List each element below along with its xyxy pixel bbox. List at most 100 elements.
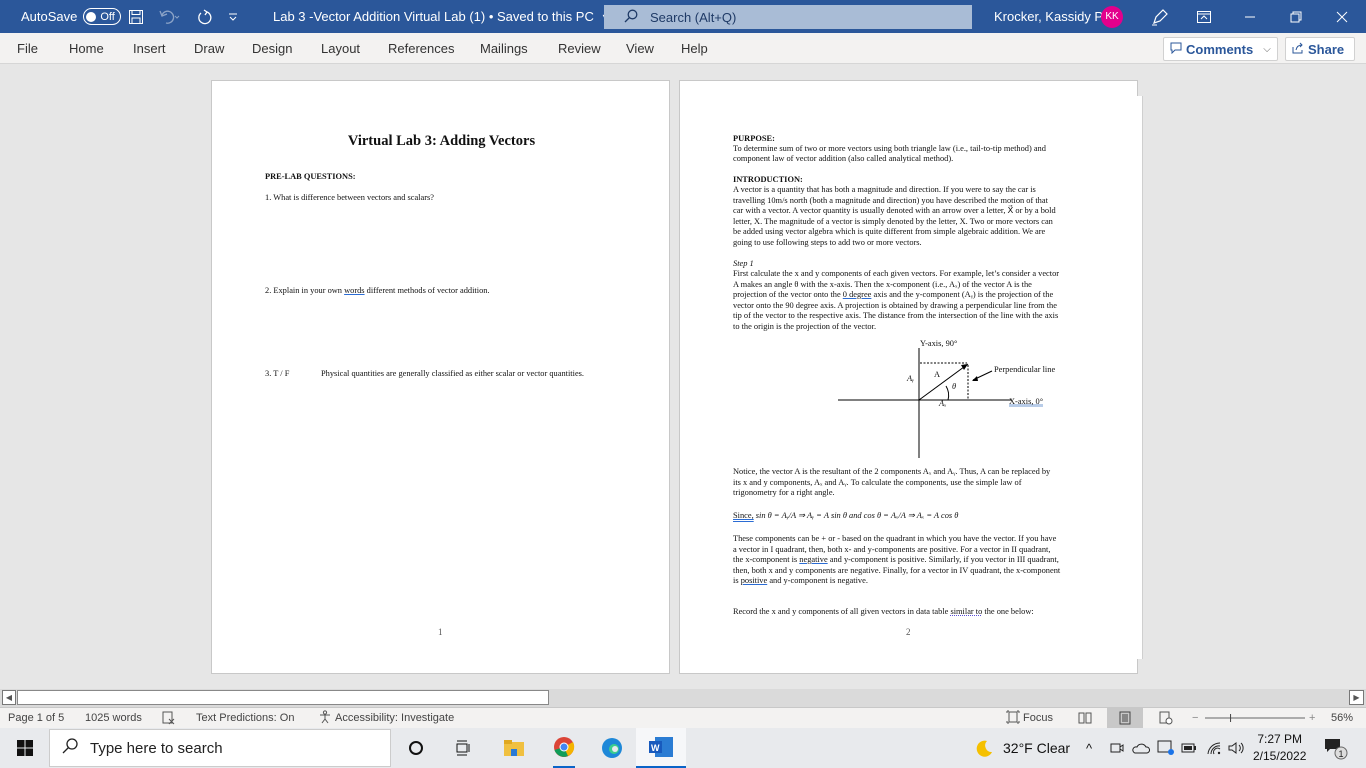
task-view-icon[interactable] <box>455 728 471 768</box>
accessibility-status[interactable]: Accessibility: Investigate <box>318 708 454 728</box>
document-page-1[interactable]: Virtual Lab 3: Adding Vectors PRE-LAB QU… <box>211 80 670 674</box>
weather-text[interactable]: 32°F Clear <box>1003 728 1070 768</box>
ribbon-display-icon[interactable] <box>1197 0 1211 33</box>
scroll-right-button[interactable]: ▶ <box>1349 690 1364 705</box>
tab-help[interactable]: Help <box>681 33 708 64</box>
purpose-heading: PURPOSE: <box>733 134 775 143</box>
vector-a-line <box>918 363 969 401</box>
step-line: First calculate the x and y components o… <box>733 269 1060 278</box>
word-taskbar-icon[interactable]: W <box>636 728 686 768</box>
file-explorer-icon[interactable] <box>504 728 524 768</box>
tab-references[interactable]: References <box>388 33 454 64</box>
editor-flag[interactable]: similar to <box>950 607 982 616</box>
text-predictions[interactable]: Text Predictions: On <box>196 708 294 728</box>
pen-icon[interactable] <box>1151 0 1169 33</box>
read-mode-icon[interactable] <box>1078 708 1092 728</box>
tab-mailings[interactable]: Mailings <box>480 33 528 64</box>
web-layout-icon[interactable] <box>1159 708 1173 728</box>
show-hidden-icons[interactable]: ^ <box>1086 728 1092 768</box>
search-icon <box>62 738 78 758</box>
autosave-state: Off <box>100 10 115 23</box>
grammar-flag[interactable]: positive <box>741 576 768 585</box>
tab-insert[interactable]: Insert <box>133 33 166 64</box>
scrollbar-thumb[interactable] <box>17 690 549 705</box>
zoom-level[interactable]: 56% <box>1331 708 1353 728</box>
user-name[interactable]: Krocker, Kassidy P <box>994 0 1103 33</box>
question-2: 2. Explain in your own words different m… <box>265 286 490 295</box>
page-number: 2 <box>906 627 911 637</box>
print-layout-icon[interactable] <box>1107 708 1143 728</box>
tab-design[interactable]: Design <box>252 33 292 64</box>
save-icon[interactable] <box>128 0 144 33</box>
ax-label: Aₓ <box>939 399 947 408</box>
meet-now-icon[interactable] <box>1110 728 1124 768</box>
grammar-flag[interactable]: Since, <box>733 511 754 520</box>
onedrive-icon[interactable] <box>1132 728 1150 768</box>
weather-moon-icon[interactable] <box>975 728 993 768</box>
tab-draw[interactable]: Draw <box>194 33 224 64</box>
volume-icon[interactable] <box>1228 728 1246 768</box>
share-icon <box>1292 42 1304 57</box>
quadrant-line: These components can be + or - based on … <box>733 534 1057 543</box>
purpose-line: component law of vector addition (also c… <box>733 154 954 163</box>
clock[interactable]: 7:27 PM 2/15/2022 <box>1253 728 1306 768</box>
close-icon[interactable] <box>1336 0 1348 33</box>
notice-line: its x and y components, Aₓ and Aᵧ. To ca… <box>733 478 1022 487</box>
grammar-flag[interactable]: negative <box>799 555 827 564</box>
grammar-flag[interactable]: 0 degree <box>843 290 872 299</box>
redo-icon[interactable] <box>196 0 214 33</box>
focus-button[interactable]: Focus <box>1006 708 1053 728</box>
next-page-edge <box>1137 96 1143 659</box>
tab-home[interactable]: Home <box>69 33 104 64</box>
zoom-out-button[interactable]: − <box>1192 708 1198 728</box>
page-count[interactable]: Page 1 of 5 <box>8 708 64 728</box>
document-title[interactable]: Lab 3 -Vector Addition Virtual Lab (1) •… <box>273 0 610 33</box>
taskbar-search[interactable]: Type here to search <box>49 729 391 767</box>
scroll-left-button[interactable]: ◀ <box>2 690 16 705</box>
angle-arc <box>945 385 950 401</box>
document-title-heading: Virtual Lab 3: Adding Vectors <box>347 133 536 149</box>
horizontal-scrollbar[interactable]: ◀ ▶ <box>0 689 1366 707</box>
avatar[interactable]: KK <box>1101 5 1123 28</box>
windows-start-icon[interactable] <box>17 728 33 768</box>
tab-review[interactable]: Review <box>558 33 601 64</box>
autosave-label: AutoSave <box>21 9 78 24</box>
tab-view[interactable]: View <box>626 33 654 64</box>
tab-layout[interactable]: Layout <box>321 33 360 64</box>
sync-icon[interactable] <box>1157 728 1175 768</box>
step-line: A makes an angle θ with the x-axis. Then… <box>733 280 1032 289</box>
ribbon-tabs: File Home Insert Draw Design Layout Refe… <box>0 33 1366 64</box>
step-line: tip of the vector to the respective axis… <box>733 311 1059 320</box>
tab-file[interactable]: File <box>17 33 38 64</box>
notice-line: trigonometry for a right angle. <box>733 488 835 497</box>
step-line: to the origin is the projection of the v… <box>733 322 877 331</box>
autosave-control[interactable]: AutoSave Off <box>21 0 121 33</box>
search-box[interactable]: Search (Alt+Q) <box>604 5 972 29</box>
cortana-icon[interactable] <box>408 728 424 768</box>
proofing-icon[interactable] <box>162 708 176 728</box>
zoom-slider[interactable] <box>1205 708 1305 728</box>
accessibility-icon <box>318 709 332 727</box>
comments-button[interactable]: Comments ⌵ <box>1163 37 1278 61</box>
customize-qat-icon[interactable] <box>228 0 238 33</box>
clock-date: 2/15/2022 <box>1253 749 1307 763</box>
quadrant-line: the x-component is negative and y-compon… <box>733 555 1059 564</box>
notification-center-icon[interactable]: 1 <box>1324 728 1348 768</box>
spelling-flag[interactable]: words <box>344 286 364 295</box>
notification-count: 1 <box>1339 749 1344 759</box>
wifi-icon[interactable] <box>1206 728 1222 768</box>
minimize-icon[interactable] <box>1244 0 1256 33</box>
chrome-icon[interactable] <box>553 728 575 768</box>
autosave-toggle[interactable]: Off <box>83 8 121 25</box>
restore-icon[interactable] <box>1290 0 1302 33</box>
zoom-in-button[interactable]: + <box>1309 708 1315 728</box>
windows-taskbar: Type here to search W 32°F Clear ^ 7:27 … <box>0 728 1366 768</box>
edge-icon[interactable] <box>601 728 623 768</box>
word-count[interactable]: 1025 words <box>85 708 142 728</box>
step-heading: Step 1 <box>733 259 754 268</box>
document-page-2[interactable]: PURPOSE: To determine sum of two or more… <box>679 80 1138 674</box>
battery-icon[interactable] <box>1181 728 1197 768</box>
share-button[interactable]: Share <box>1285 37 1355 61</box>
undo-icon[interactable] <box>158 0 182 33</box>
intro-line: A vector is a quantity that has both a m… <box>733 185 1036 194</box>
